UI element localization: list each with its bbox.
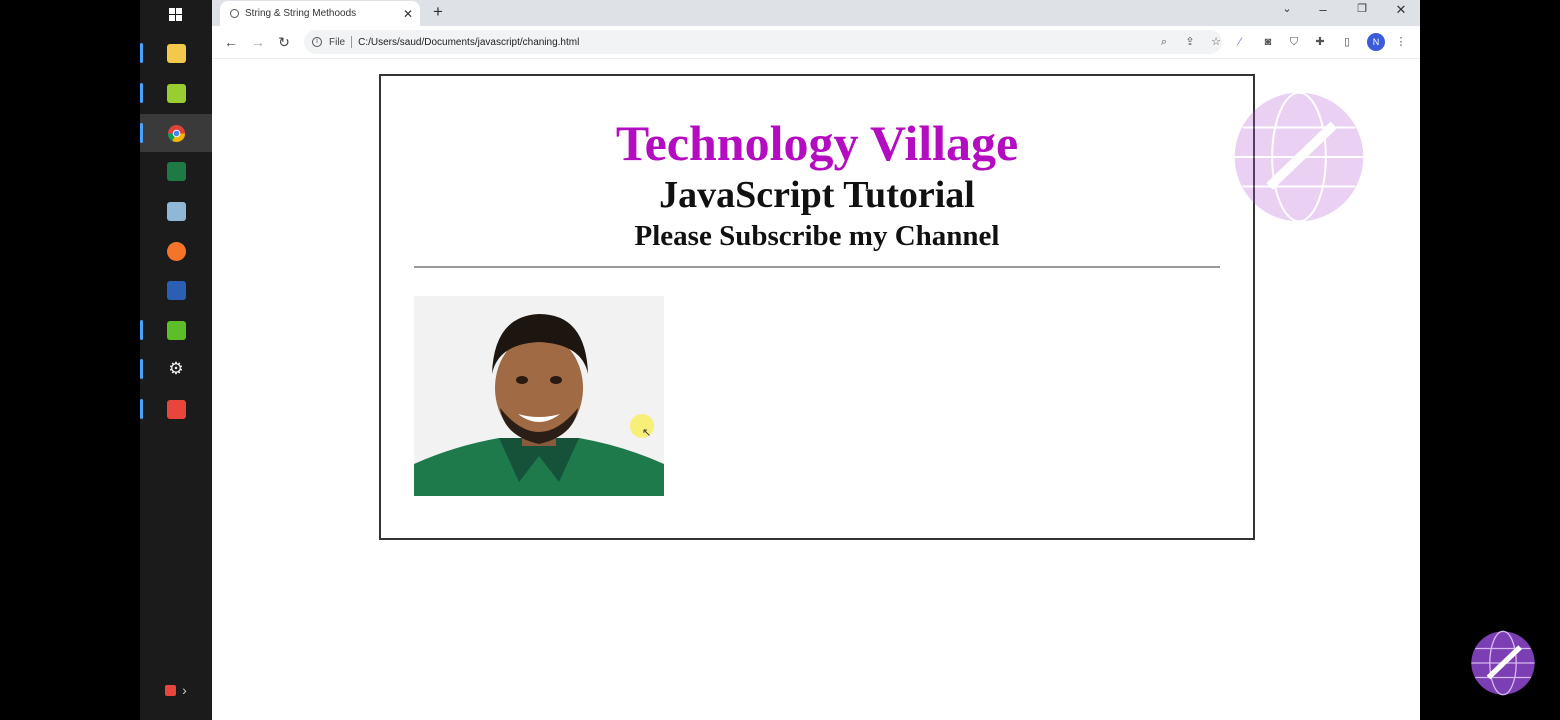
close-tab-icon[interactable]: ✕ — [400, 7, 416, 21]
url-text[interactable]: C:/Users/saud/Documents/javascript/chani… — [358, 37, 579, 48]
subscribe-text: Please Subscribe my Channel — [634, 220, 1000, 252]
shield-extension-icon[interactable]: ⛉ — [1286, 34, 1302, 50]
recorder-icon — [166, 399, 186, 419]
close-window-button[interactable]: ✕ — [1388, 2, 1414, 18]
profile-avatar[interactable]: N — [1367, 33, 1385, 51]
globe-icon — [230, 9, 239, 18]
taskbar-camtasia[interactable] — [140, 311, 212, 349]
share-icon[interactable]: ⇪ — [1182, 34, 1198, 50]
channel-logo-icon — [1471, 630, 1535, 696]
folder-icon — [166, 43, 186, 63]
pen-extension-icon[interactable]: ⁄ — [1232, 34, 1248, 50]
tab-active[interactable]: String & String Methoods ✕ — [220, 1, 420, 26]
profile-photo: ↖ — [414, 296, 664, 496]
puzzle-extensions-icon[interactable]: ✚ — [1312, 34, 1328, 50]
info-icon[interactable]: i — [312, 37, 322, 47]
windows-start-button[interactable] — [140, 0, 212, 34]
browser-window: String & String Methoods ✕ + ⌄ – ❐ ✕ ← →… — [212, 0, 1420, 720]
windows-logo-icon — [169, 8, 182, 21]
notepad-icon — [166, 83, 186, 103]
tab-strip: String & String Methoods ✕ + ⌄ – ❐ ✕ — [212, 0, 1420, 26]
taskbar-tray[interactable]: › — [140, 678, 212, 702]
minimize-button[interactable]: – — [1310, 2, 1336, 17]
taskbar-recorder[interactable] — [140, 390, 212, 428]
camera-extension-icon[interactable]: ◙ — [1260, 34, 1276, 50]
taskbar-excel[interactable] — [140, 152, 212, 190]
horizontal-rule — [414, 266, 1220, 268]
tray-app-icon — [165, 684, 177, 696]
content-card: Technology Village JavaScript Tutorial P… — [379, 74, 1255, 540]
url-scheme: File — [329, 36, 346, 48]
reload-button[interactable]: ↻ — [274, 32, 294, 52]
menu-kebab-icon[interactable]: ⋮ — [1393, 34, 1409, 50]
word-icon — [166, 280, 186, 300]
taskbar-app[interactable] — [140, 192, 212, 230]
browser-toolbar: ← → ↻ i File C:/Users/saud/Documents/jav… — [212, 26, 1420, 59]
taskbar-firefox[interactable] — [140, 232, 212, 270]
restore-button[interactable]: ❐ — [1349, 2, 1375, 15]
taskbar-word[interactable] — [140, 271, 212, 309]
address-bar[interactable]: i File C:/Users/saud/Documents/javascrip… — [304, 30, 1222, 54]
chevron-right-icon: › — [182, 682, 187, 698]
channel-logo-watermark-icon — [1234, 91, 1364, 223]
excel-icon — [166, 161, 186, 181]
page-title: Technology Village — [615, 115, 1019, 171]
app-icon — [166, 201, 186, 221]
zoom-icon[interactable]: ⌕ — [1156, 34, 1172, 50]
mouse-cursor-icon: ↖ — [642, 427, 652, 439]
taskbar-notepad[interactable] — [140, 74, 212, 112]
taskbar-settings[interactable]: ⚙ — [140, 350, 212, 388]
new-tab-button[interactable]: + — [428, 2, 448, 22]
firefox-icon — [166, 241, 186, 261]
gear-icon: ⚙ — [168, 359, 184, 378]
bookmark-star-icon[interactable]: ☆ — [1208, 34, 1224, 50]
back-button[interactable]: ← — [221, 32, 241, 52]
side-panel-icon[interactable]: ▯ — [1339, 34, 1355, 50]
chrome-icon — [167, 124, 185, 142]
taskbar-file-explorer[interactable] — [140, 34, 212, 72]
person-photo-image — [414, 296, 664, 496]
windows-taskbar: ⚙ › — [140, 0, 212, 720]
tab-title: String & String Methoods — [245, 8, 357, 19]
forward-button[interactable]: → — [248, 32, 268, 52]
taskbar-chrome[interactable] — [140, 114, 212, 152]
camtasia-icon — [166, 320, 186, 340]
page-subtitle: JavaScript Tutorial — [659, 174, 975, 216]
tab-search-icon[interactable]: ⌄ — [1274, 2, 1300, 15]
